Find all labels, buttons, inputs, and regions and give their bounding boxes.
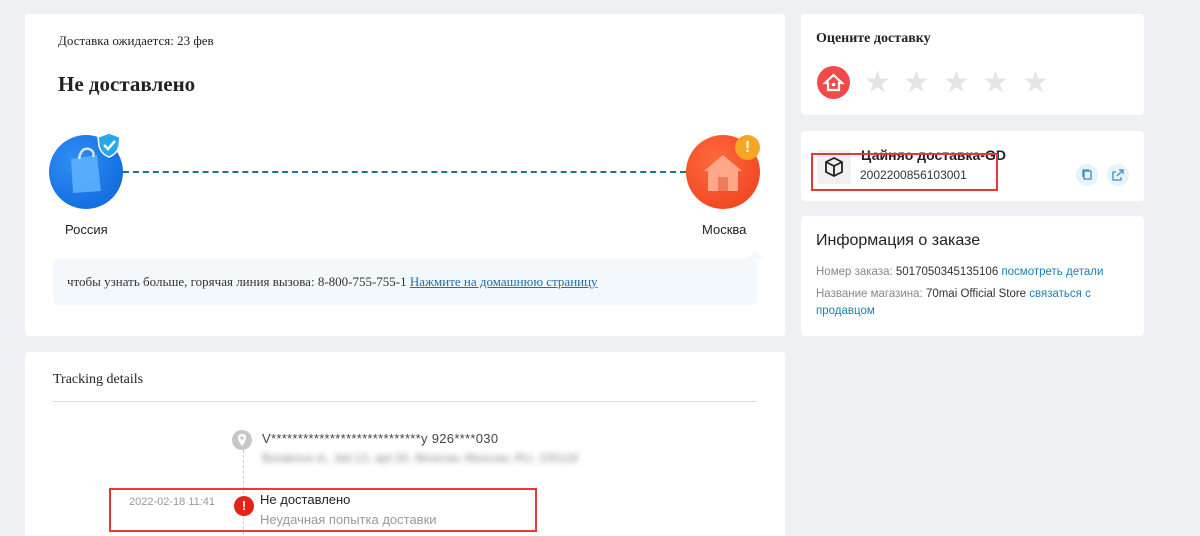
- destination-city: Москва: [702, 222, 747, 237]
- delivery-eta: Доставка ожидается: 23 фев: [58, 33, 214, 48]
- copy-icon[interactable]: [1076, 164, 1098, 186]
- star-icon[interactable]: ★: [1022, 68, 1049, 98]
- star-icon[interactable]: ★: [903, 68, 930, 98]
- hotline-banner: чтобы узнать больше, горячая линия вызов…: [53, 251, 763, 305]
- divider: [53, 401, 757, 402]
- order-number-label: Номер заказа:: [816, 266, 893, 278]
- view-details-link[interactable]: посмотреть детали: [1001, 266, 1103, 278]
- highlight-box-event: [109, 488, 537, 532]
- route-line: [123, 171, 686, 173]
- location-pin-icon: [232, 430, 252, 450]
- store-row: Название магазина: 70mai Official Store …: [816, 286, 1136, 320]
- origin-city: Россия: [65, 222, 108, 237]
- external-link-icon[interactable]: [1107, 164, 1129, 186]
- shield-check-icon: [97, 132, 121, 158]
- order-number-row: Номер заказа: 5017050345135106 посмотрет…: [816, 264, 1136, 281]
- star-icon[interactable]: ★: [982, 68, 1009, 98]
- star-icon[interactable]: ★: [943, 68, 970, 98]
- order-info-card: Информация о заказе Номер заказа: 501705…: [801, 216, 1144, 336]
- star-icon[interactable]: ★: [864, 68, 891, 98]
- highlight-box-tracking: [811, 153, 998, 191]
- recipient-address-blurred: Burakova st., bld.13, apt.34, Moscow, Mo…: [262, 451, 578, 465]
- recipient-masked: V****************************y 926****03…: [262, 431, 499, 446]
- rate-title: Оцените доставку: [816, 31, 931, 46]
- store-name: 70mai Official Store: [925, 288, 1027, 300]
- order-info-title: Информация о заказе: [816, 232, 981, 249]
- rate-delivery-card: Оцените доставку ★ ★ ★ ★ ★: [801, 14, 1144, 115]
- store-label: Название магазина:: [816, 288, 923, 300]
- delivery-status-card: Доставка ожидается: 23 фев Не доставлено…: [25, 14, 785, 336]
- tracking-title: Tracking details: [53, 372, 144, 387]
- house-icon: [817, 66, 850, 99]
- warning-icon: !: [735, 135, 760, 160]
- order-number: 5017050345135106: [895, 266, 999, 278]
- home-page-link[interactable]: Нажмите на домашнюю страницу: [410, 274, 598, 289]
- delivery-status-title: Не доставлено: [58, 72, 196, 96]
- hotline-text: чтобы узнать больше, горячая линия вызов…: [67, 274, 407, 289]
